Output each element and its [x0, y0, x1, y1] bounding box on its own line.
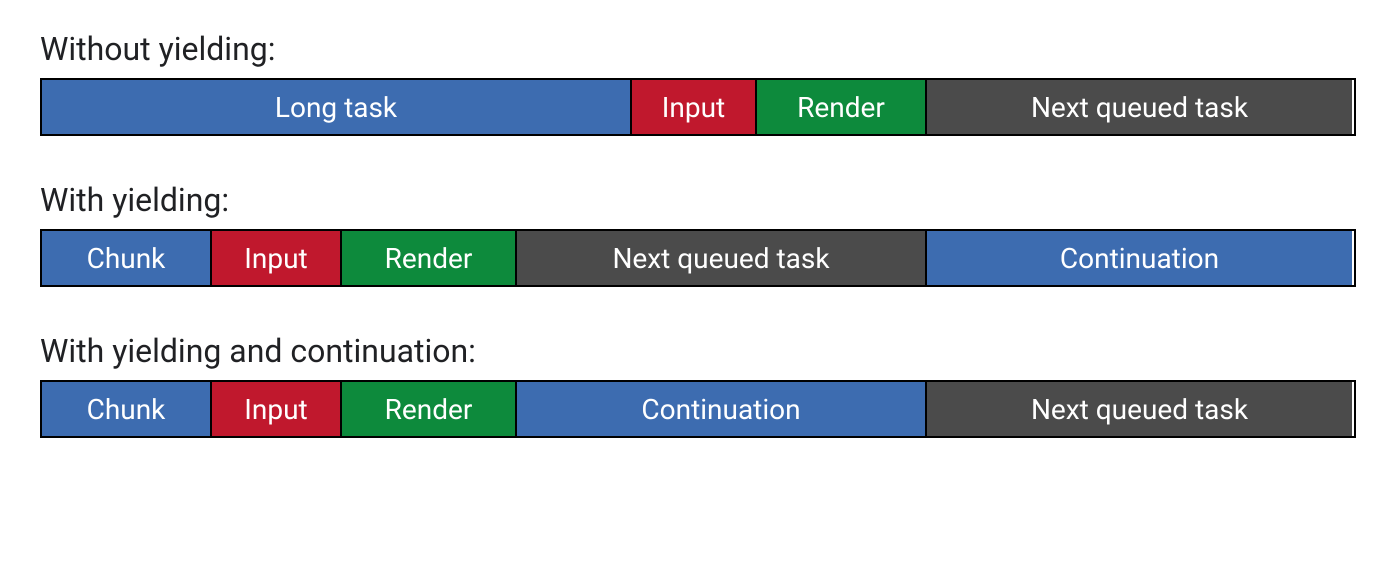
block-chunk: Chunk — [42, 382, 212, 436]
block-next-queued-task: Next queued task — [927, 382, 1352, 436]
block-continuation: Continuation — [517, 382, 927, 436]
block-next-queued-task: Next queued task — [927, 80, 1352, 134]
section-title: Without yielding: — [40, 30, 1356, 68]
task-bar: Long task Input Render Next queued task — [40, 78, 1356, 136]
section-with-yielding-continuation: With yielding and continuation: Chunk In… — [40, 332, 1356, 438]
block-continuation: Continuation — [927, 231, 1352, 285]
block-input: Input — [212, 382, 342, 436]
section-without-yielding: Without yielding: Long task Input Render… — [40, 30, 1356, 136]
task-bar: Chunk Input Render Next queued task Cont… — [40, 229, 1356, 287]
block-render: Render — [342, 382, 517, 436]
block-input: Input — [212, 231, 342, 285]
block-next-queued-task: Next queued task — [517, 231, 927, 285]
block-render: Render — [757, 80, 927, 134]
section-with-yielding: With yielding: Chunk Input Render Next q… — [40, 181, 1356, 287]
task-bar: Chunk Input Render Continuation Next que… — [40, 380, 1356, 438]
block-input: Input — [632, 80, 757, 134]
section-title: With yielding: — [40, 181, 1356, 219]
block-long-task: Long task — [42, 80, 632, 134]
section-title: With yielding and continuation: — [40, 332, 1356, 370]
block-chunk: Chunk — [42, 231, 212, 285]
block-render: Render — [342, 231, 517, 285]
